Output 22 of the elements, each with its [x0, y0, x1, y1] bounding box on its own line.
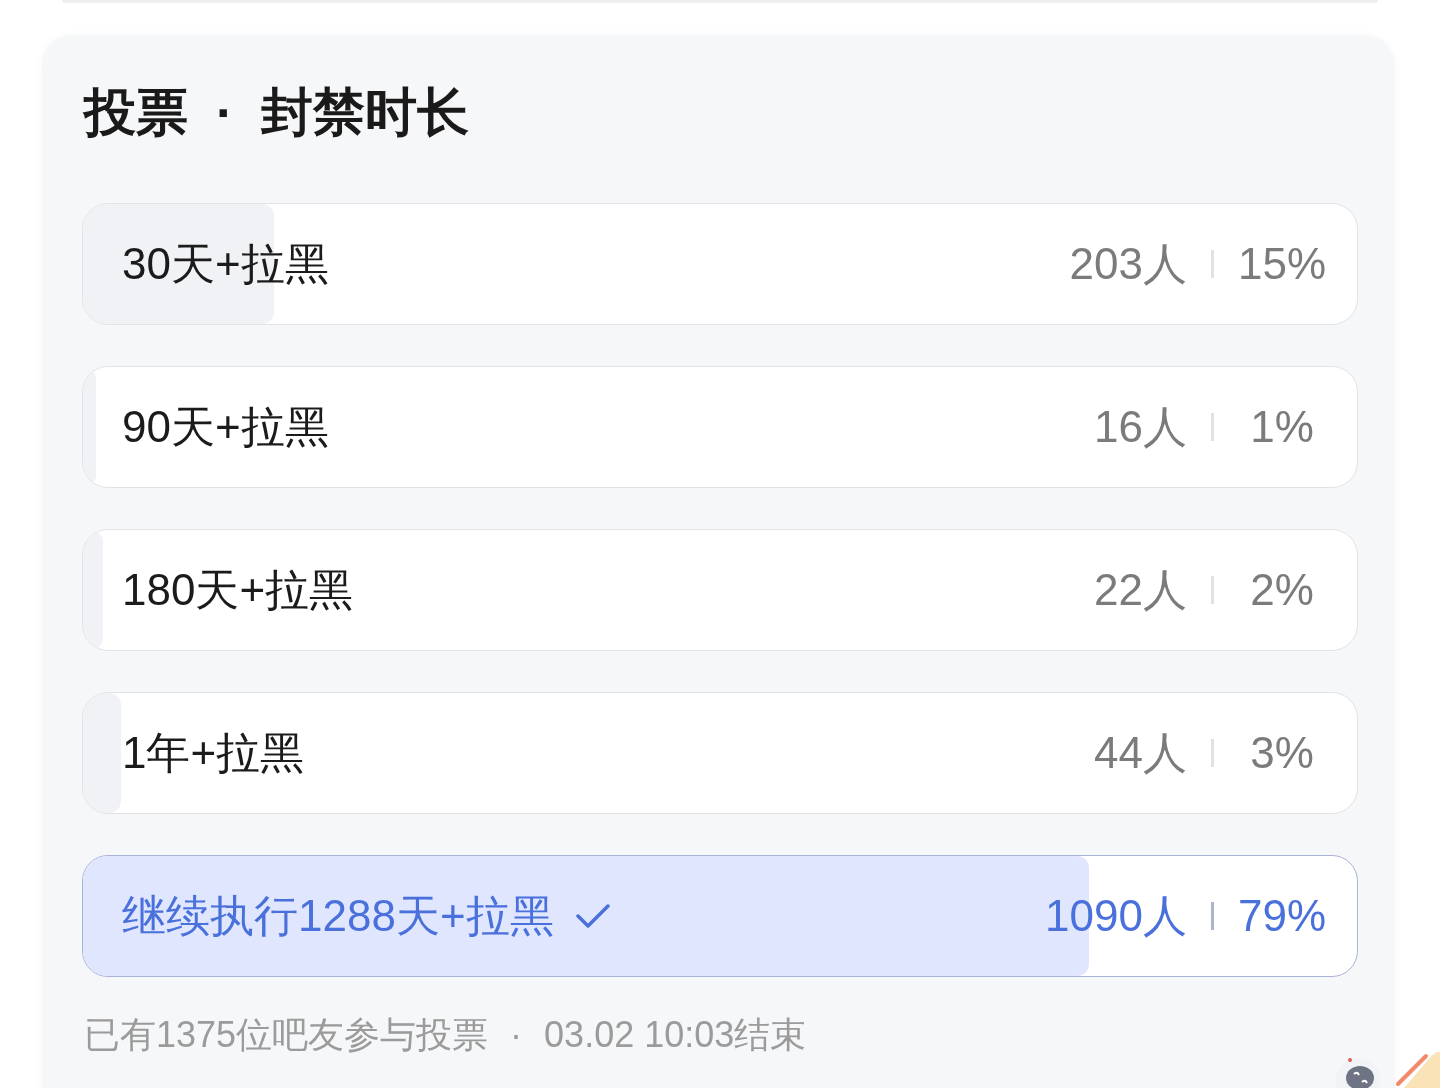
vote-count: 203人: [1069, 238, 1187, 290]
poll-title: 投票: [84, 82, 188, 143]
vote-count: 16人: [1094, 401, 1187, 453]
option-label: 30天+拉黑: [122, 238, 329, 290]
vote-percent: 79%: [1238, 890, 1326, 942]
option-label: 继续执行1288天+拉黑: [122, 890, 554, 942]
vote-count: 1090人: [1045, 890, 1187, 942]
vote-percent: 1%: [1249, 401, 1315, 453]
poll-topic: 封禁时长: [261, 82, 470, 143]
vote-percent: 15%: [1238, 238, 1326, 290]
vote-percent: 2%: [1249, 564, 1315, 616]
footer-separator: ·: [510, 1013, 523, 1057]
vote-count: 44人: [1094, 727, 1187, 779]
vote-count: 22人: [1094, 564, 1187, 616]
check-icon: [575, 904, 610, 928]
option-label: 90天+拉黑: [122, 401, 329, 453]
title-separator: ·: [216, 82, 234, 143]
end-time-text: 03.02 10:03结束: [544, 1013, 807, 1057]
participants-text: 已有1375位吧友参与投票: [84, 1013, 489, 1057]
vote-percent: 3%: [1249, 727, 1315, 779]
option-label: 180天+拉黑: [122, 564, 354, 616]
option-label: 1年+拉黑: [122, 727, 305, 779]
